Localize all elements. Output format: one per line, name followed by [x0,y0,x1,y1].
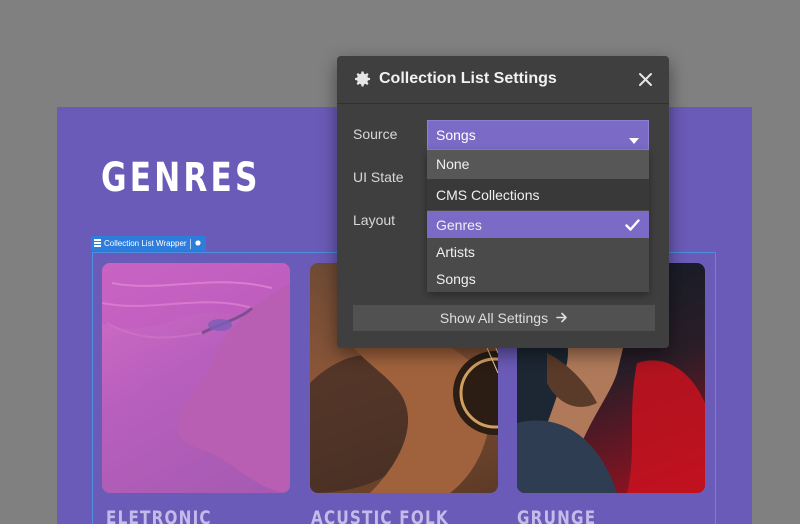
dropdown-option-songs[interactable]: Songs [427,265,649,292]
dropdown-group-cms-collections: CMS Collections [427,179,649,210]
genre-card-label: ACUSTIC FOLK [311,507,449,524]
source-select-value: Songs [436,127,476,143]
source-select[interactable]: Songs [427,120,649,150]
settings-small-icon[interactable] [194,239,202,249]
caret-down-icon [629,132,639,148]
check-icon [625,218,640,234]
genre-card-label: GRUNGE [517,507,597,524]
collection-icon [94,238,101,249]
singer-photo [102,263,290,493]
wrapper-tag-label: Collection List Wrapper [104,239,187,248]
close-icon[interactable] [638,72,653,92]
gear-icon [354,70,372,93]
genre-card-image[interactable] [102,263,290,493]
source-label: Source [353,126,398,142]
dropdown-option-genres[interactable]: Genres [427,211,649,238]
genres-heading[interactable]: GENRES [101,155,261,201]
dropdown-option-artists[interactable]: Artists [427,238,649,265]
panel-header: Collection List Settings [337,56,669,104]
show-all-settings-button[interactable]: Show All Settings [353,305,655,331]
collection-list-wrapper-tag[interactable]: Collection List Wrapper [91,236,206,251]
layout-label: Layout [353,212,396,228]
ui-state-label: UI State [353,169,404,185]
source-dropdown-menu: None CMS Collections Genres Artists Song… [427,150,649,292]
collection-list-settings-panel: Collection List Settings Source UI State… [337,56,669,348]
tag-divider [189,238,191,249]
arrow-right-icon [556,310,568,326]
option-label: Genres [436,217,482,233]
genre-card-label: ELETRONIC [106,507,212,524]
dropdown-option-none[interactable]: None [427,150,649,179]
show-all-settings-label: Show All Settings [439,310,549,326]
panel-title: Collection List Settings [379,70,557,87]
